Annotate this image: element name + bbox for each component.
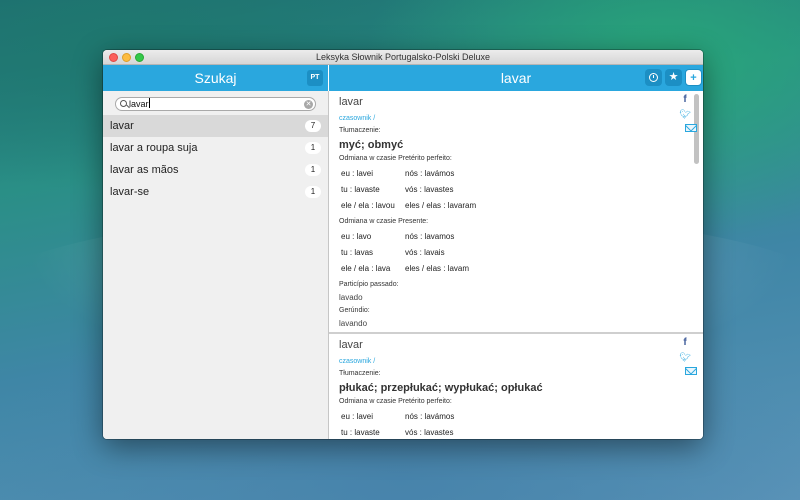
translation-text: płukać; przepłukać; wypłukać; opłukać	[339, 382, 543, 394]
conjugation-plural: nós : lavamos	[405, 232, 455, 241]
app-window: Leksyka Słownik Portugalsko-Polski Delux…	[103, 50, 703, 439]
window-title: Leksyka Słownik Portugalsko-Polski Delux…	[315, 52, 491, 62]
conjugation-row: ele / ela : lava eles / elas : lavam	[339, 264, 639, 276]
results-list: lavar 7 lavar a roupa suja 1 lavar as mã…	[103, 115, 328, 203]
zoom-window-button[interactable]	[135, 53, 144, 62]
result-count-badge: 1	[305, 142, 321, 154]
language-toggle-button[interactable]: PT	[307, 70, 323, 86]
conjugation-singular: ele / ela : lavou	[341, 201, 395, 210]
dictionary-entry: lavar czasownik / Tłumaczenie: myć; obmy…	[329, 91, 703, 332]
conjugation-row: tu : lavaste vós : lavastes	[339, 185, 639, 197]
conjugation-row: ele / ela : lavou eles / elas : lavaram	[339, 201, 639, 213]
part-of-speech-link[interactable]: czasownik /	[339, 115, 375, 122]
entry-headword: lavar	[339, 339, 363, 351]
history-button[interactable]	[645, 69, 662, 86]
conjugation-plural: nós : lavámos	[405, 169, 455, 178]
search-input-value: lavar	[129, 99, 149, 109]
list-item[interactable]: lavar 7	[103, 115, 328, 137]
conjugation-plural: vós : lavais	[405, 248, 445, 257]
mail-button[interactable]	[679, 367, 697, 378]
participle-label: Particípio passado:	[339, 281, 399, 288]
conjugation-singular: eu : lavo	[341, 232, 372, 241]
gerund-value: lavando	[339, 319, 368, 328]
favorite-button[interactable]: ★	[665, 69, 682, 86]
result-count-badge: 7	[305, 120, 321, 132]
mail-icon	[685, 367, 697, 375]
conjugation-singular: tu : lavas	[341, 248, 374, 257]
gerund-label: Gerúndio:	[339, 307, 370, 314]
conjugation-row: eu : lavei nós : lavámos	[339, 169, 639, 181]
conjugation-plural: eles / elas : lavaram	[405, 201, 477, 210]
text-caret	[148, 98, 150, 108]
conjugation-plural: vós : lavastes	[405, 428, 454, 437]
search-input[interactable]: lavar ✕	[115, 97, 316, 111]
result-label: lavar as mãos	[110, 164, 179, 176]
conjugation-singular: ele / ela : lava	[341, 264, 391, 273]
entry-content[interactable]: lavar czasownik / Tłumaczenie: myć; obmy…	[329, 91, 703, 439]
result-label: lavar-se	[110, 186, 150, 198]
facebook-icon[interactable]: f	[679, 94, 691, 105]
search-header: Szukaj PT	[103, 65, 328, 91]
result-label: lavar	[110, 120, 134, 132]
facebook-icon[interactable]: f	[679, 337, 691, 348]
conjugation-singular: eu : lavei	[341, 412, 374, 421]
entry-headword: lavar	[339, 96, 363, 108]
conjugation-row: eu : lavo nós : lavamos	[339, 232, 639, 244]
twitter-icon[interactable]: 🐦︎	[679, 109, 691, 120]
add-button[interactable]: +	[685, 69, 702, 86]
title-bar: Leksyka Słownik Portugalsko-Polski Delux…	[103, 50, 703, 65]
conjugation-row: eu : lavei nós : lavámos	[339, 412, 639, 424]
close-window-button[interactable]	[109, 53, 118, 62]
conjugation-row: tu : lavas vós : lavais	[339, 248, 639, 260]
list-item[interactable]: lavar a roupa suja 1	[103, 137, 328, 159]
search-icon	[120, 100, 127, 107]
translation-label: Tłumaczenie:	[339, 127, 381, 134]
dictionary-entry: lavar czasownik / Tłumaczenie: płukać; p…	[329, 332, 703, 439]
conjugation-singular: tu : lavaste	[341, 428, 380, 437]
entry-header: lavar ★ +	[329, 65, 703, 91]
part-of-speech-link[interactable]: czasownik /	[339, 358, 375, 365]
result-count-badge: 1	[305, 186, 321, 198]
twitter-icon[interactable]: 🐦︎	[679, 352, 691, 363]
conjugation-plural: nós : lavámos	[405, 412, 455, 421]
mail-button[interactable]	[679, 124, 697, 135]
list-item[interactable]: lavar-se 1	[103, 181, 328, 203]
result-label: lavar a roupa suja	[110, 142, 198, 154]
clock-icon	[649, 73, 658, 82]
translation-label: Tłumaczenie:	[339, 370, 381, 377]
conjugation-singular: eu : lavei	[341, 169, 374, 178]
participle-value: lavado	[339, 293, 363, 302]
search-header-title: Szukaj	[194, 70, 237, 86]
conjugation-label: Odmiana w czasie Pretérito perfeito:	[339, 155, 452, 162]
result-count-badge: 1	[305, 164, 321, 176]
conjugation-label: Odmiana w czasie Pretérito perfeito:	[339, 398, 452, 405]
list-item[interactable]: lavar as mãos 1	[103, 159, 328, 181]
conjugation-row: tu : lavaste vós : lavastes	[339, 428, 639, 439]
conjugation-plural: vós : lavastes	[405, 185, 454, 194]
conjugation-plural: eles / elas : lavam	[405, 264, 470, 273]
minimize-window-button[interactable]	[122, 53, 131, 62]
conjugation-label: Odmiana w czasie Presente:	[339, 218, 429, 225]
conjugation-singular: tu : lavaste	[341, 185, 380, 194]
star-icon: ★	[668, 71, 679, 83]
mail-icon	[685, 124, 697, 132]
clear-search-icon[interactable]: ✕	[304, 100, 313, 109]
search-sidebar: lavar ✕ lavar 7 lavar a roupa suja 1 lav…	[103, 91, 328, 439]
translation-text: myć; obmyć	[339, 139, 404, 151]
